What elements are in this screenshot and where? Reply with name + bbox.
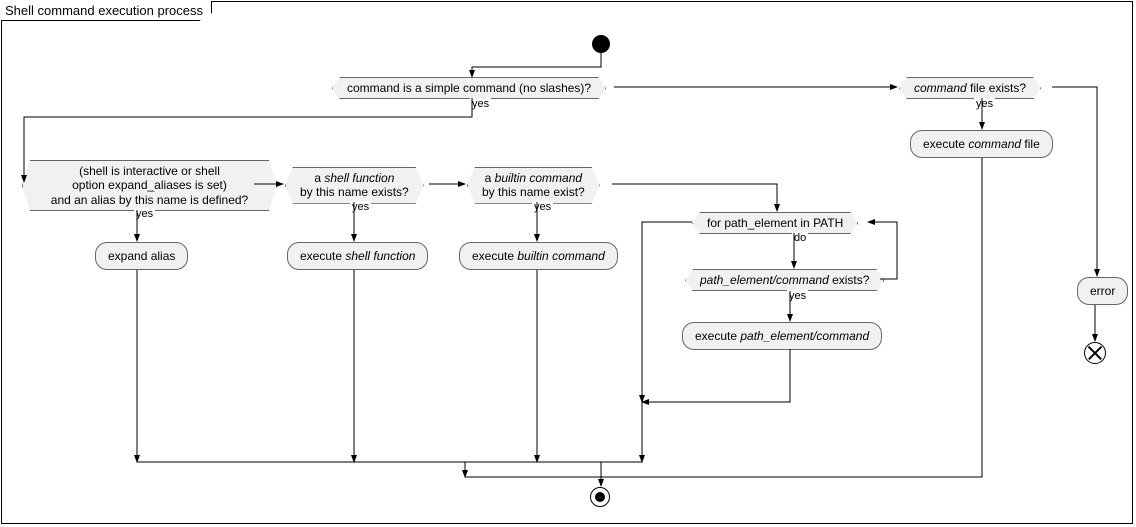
decision-path-element-exists: path_element/command exists?: [685, 269, 884, 291]
action-text: error: [1090, 284, 1115, 298]
d2-l3: and an alias by this name is defined?: [51, 193, 248, 207]
a3-em: builtin command: [517, 249, 604, 263]
a2-em: shell function: [345, 249, 415, 263]
d4-pre: a: [485, 171, 495, 185]
a4-pre: execute: [695, 329, 740, 343]
yes-label: yes: [350, 201, 371, 213]
action-text: expand alias: [108, 249, 175, 263]
d5-text: for path_element in PATH: [707, 216, 843, 230]
frame-title: Shell command execution process: [1, 1, 212, 21]
decision-builtin: a builtin command by this name exist?: [467, 167, 600, 204]
decision-simple-command: command is a simple command (no slashes)…: [332, 77, 606, 99]
yes-label: yes: [532, 201, 553, 213]
d2-l2: option expand_aliases is set): [72, 178, 227, 192]
a2-pre: execute: [300, 249, 345, 263]
action-execute-builtin: execute builtin command: [459, 242, 618, 270]
d3-em: shell function: [324, 171, 394, 185]
decision-command-file-exists: command file exists?: [899, 77, 1041, 99]
action-pre: execute: [923, 137, 968, 151]
yes-label: yes: [134, 208, 155, 220]
action-expand-alias: expand alias: [95, 242, 188, 270]
flow-final-node: [1084, 342, 1106, 364]
loop-path: for path_element in PATH: [692, 212, 858, 234]
decision-text: file exists?: [967, 81, 1026, 95]
end-node: [590, 487, 610, 507]
decision-shell-function: a shell function by this name exists?: [285, 167, 424, 204]
action-execute-command-file: execute command file: [910, 130, 1053, 158]
decision-text: command is a simple command (no slashes)…: [347, 81, 591, 95]
d3-pre: a: [314, 171, 324, 185]
action-execute-shell-function: execute shell function: [287, 242, 428, 270]
d6-em: path_element/command: [700, 273, 829, 287]
d3-l2: by this name exists?: [300, 185, 409, 199]
d2-l1: (shell is interactive or shell: [79, 164, 220, 178]
a4-em: path_element/command: [740, 329, 869, 343]
start-node: [592, 35, 610, 53]
d4-l2: by this name exist?: [482, 185, 585, 199]
action-execute-path-element: execute path_element/command: [682, 322, 882, 350]
d4-em: builtin command: [495, 171, 582, 185]
action-em: command: [968, 137, 1021, 151]
diagram-frame: Shell command execution process command …: [1, 1, 1133, 524]
decision-em: command: [914, 81, 967, 95]
a3-pre: execute: [472, 249, 517, 263]
yes-label: yes: [974, 98, 995, 110]
d6-post: exists?: [829, 273, 870, 287]
yes-label: yes: [470, 98, 491, 110]
do-label: do: [792, 232, 808, 244]
yes-label: yes: [787, 290, 808, 302]
action-error: error: [1077, 277, 1128, 305]
action-post: file: [1021, 137, 1040, 151]
decision-alias: (shell is interactive or shell option ex…: [22, 160, 277, 211]
